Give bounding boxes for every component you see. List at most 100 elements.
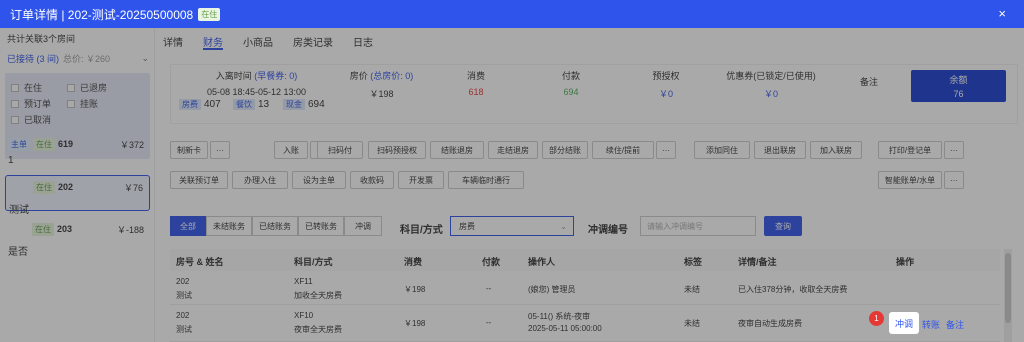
mini-value: 407 <box>204 99 221 110</box>
payment-code-button[interactable]: 收款码 <box>350 171 394 189</box>
tab-log[interactable]: 日志 <box>353 28 373 50</box>
add-cohabit-button[interactable]: 添加同住 <box>694 141 750 159</box>
room-status-tag: 在住 <box>33 181 55 194</box>
exit-linked-room-button[interactable]: 退出联房 <box>754 141 806 159</box>
checkin-summary: 入离时间 (早餐券: 0) 05-08 18:45-05-12 13:00 <box>199 69 314 97</box>
finance-summary: 入离时间 (早餐券: 0) 05-08 18:45-05-12 13:00 房价… <box>170 64 1018 124</box>
mini-value: 694 <box>308 99 325 110</box>
room-price-value: ￥198 <box>369 89 394 99</box>
ledger-filter-bar: 全部 未结账务 已结账务 已转账务 冲调 科目/方式 房费 ⌄ 冲调编号 请输入冲… <box>170 216 1018 240</box>
tab-finance[interactable]: 财务 <box>203 28 223 50</box>
tab-room-records[interactable]: 房类记录 <box>293 28 333 50</box>
room-amount: ￥372 <box>119 140 144 150</box>
query-button[interactable]: 查询 <box>764 216 802 236</box>
row-tag: 未结 <box>684 319 700 328</box>
scan-preauth-button[interactable]: 扫码预授权 <box>368 141 426 159</box>
partial-checkout-button[interactable]: 部分结账 <box>542 141 588 159</box>
chevron-down-icon: ⌄ <box>141 53 149 63</box>
filter-checkbox[interactable]: 已取消 <box>11 113 51 126</box>
col-operator: 操作人 <box>528 257 556 267</box>
room-number: 203 <box>57 224 73 234</box>
row-consume: ￥198 <box>404 319 426 328</box>
row-room: 202 <box>176 277 190 286</box>
more-button[interactable]: ··· <box>656 141 676 159</box>
room-card-selected[interactable]: 在住 202 ￥76 测试 <box>5 175 150 216</box>
vehicle-pass-button[interactable]: 车辆临时通行 <box>448 171 524 189</box>
row-code: XF11 <box>294 277 313 286</box>
main-area: 共计关联3个房间 已接待 (3 间) 总价: ￥260 ⌄ 在住 已退房 预订单… <box>0 28 1024 342</box>
row-operator: (娘您) 管理员 <box>528 285 576 294</box>
leave-checkout-button[interactable]: 走结退房 <box>488 141 538 159</box>
tab-goods[interactable]: 小商品 <box>243 28 273 50</box>
note-label: 备注 <box>859 77 878 87</box>
room-status-select[interactable]: 已接待 (3 间) 总价: ￥260 ⌄ <box>7 52 149 65</box>
segment-transferred[interactable]: 已转账务 <box>298 216 344 236</box>
col-consume: 消费 <box>404 257 423 267</box>
row-detail: 已入住378分钟，收取全天房费 <box>738 285 848 294</box>
adjust-number-input[interactable]: 请输入冲调编号 <box>640 216 756 236</box>
adjust-action-link[interactable]: 冲调 <box>889 312 919 334</box>
close-icon[interactable]: × <box>998 6 1006 21</box>
check-in-button[interactable]: 办理入住 <box>232 171 288 189</box>
new-card-button[interactable]: 制新卡 <box>170 141 208 159</box>
invoice-button[interactable]: 开发票 <box>398 171 444 189</box>
room-guest-name: 测试 <box>9 205 29 216</box>
chevron-down-icon: ⌄ <box>560 221 567 231</box>
filter-checkbox[interactable]: 在住 <box>11 81 42 94</box>
segment-adjust[interactable]: 冲调 <box>344 216 382 236</box>
consume-label: 消费 <box>466 71 485 81</box>
table-scrollbar[interactable] <box>1004 249 1012 342</box>
tab-detail[interactable]: 详情 <box>163 28 183 50</box>
row-method: 夜审全天房费 <box>294 325 342 334</box>
row-consume: ￥198 <box>404 285 426 294</box>
room-price-summary: 房价 (总房价: 0) ￥198 <box>339 69 424 100</box>
preauth-label: 预授权 <box>652 71 680 81</box>
room-amount: ￥76 <box>123 183 143 193</box>
preauth-summary: 预授权 ￥0 <box>641 69 691 100</box>
print-register-button[interactable]: 打印/登记单 <box>878 141 942 159</box>
link-booking-button[interactable]: 关联预订单 <box>170 171 228 189</box>
more-button[interactable]: ··· <box>210 141 230 159</box>
checkout-button[interactable]: 结账退房 <box>430 141 484 159</box>
window-title: 订单详情 | 202-测试-20250500008 <box>10 7 194 22</box>
transfer-action-link[interactable]: 转账 <box>922 318 940 331</box>
set-main-order-button[interactable]: 设为主单 <box>292 171 346 189</box>
col-tag: 标签 <box>684 257 703 267</box>
segment-all[interactable]: 全部 <box>170 216 206 236</box>
coupon-value: ￥0 <box>763 89 778 99</box>
row-method: 加收全天房费 <box>294 291 342 300</box>
step-badge: 1 <box>869 311 884 326</box>
segment-settled[interactable]: 已结账务 <box>252 216 298 236</box>
room-card[interactable]: 主单 在住 619 ￥372 1 <box>5 138 150 168</box>
filter-checkbox[interactable]: 预订单 <box>11 97 51 110</box>
filter-checkbox[interactable]: 挂账 <box>67 97 98 110</box>
note-action-link[interactable]: 备注 <box>946 318 964 331</box>
filter-checkbox[interactable]: 已退房 <box>67 81 107 94</box>
filter-label: 预订单 <box>24 99 52 109</box>
extend-stay-button[interactable]: 续住/提前 <box>592 141 654 159</box>
pay-label: 付款 <box>561 71 580 81</box>
row-room: 202 <box>176 311 190 320</box>
balance-card: 余额 76 <box>911 70 1006 102</box>
adjust-number-label: 冲调编号 <box>588 225 628 236</box>
segment-unsettled[interactable]: 未结账务 <box>206 216 252 236</box>
mini-tag: 现金 <box>283 99 305 110</box>
scrollbar-thumb[interactable] <box>1005 253 1011 323</box>
more-button[interactable]: ··· <box>944 171 964 189</box>
ledger-table-header: 房号 & 姓名 科目/方式 消费 付款 操作人 标签 详情/备注 操作 <box>170 249 1000 271</box>
row-operator-time: 2025-05-11 05:00:00 <box>528 324 602 333</box>
filter-label: 挂账 <box>80 99 99 109</box>
join-linked-room-button[interactable]: 加入联房 <box>810 141 862 159</box>
more-button[interactable]: ··· <box>944 141 964 159</box>
smart-bill-button[interactable]: 智能账单/水单 <box>878 171 942 189</box>
room-card[interactable]: 在住 203 ￥-188 是否 <box>5 223 150 258</box>
mini-stat: 房费 407 <box>179 99 221 110</box>
filter-label: 已退房 <box>80 83 108 93</box>
scan-pay-button[interactable]: 扫码付 <box>317 141 363 159</box>
subject-value: 房费 <box>459 221 475 231</box>
mini-tag: 房费 <box>179 99 201 110</box>
checkin-label: 入离时间 <box>215 71 252 81</box>
filter-label: 在住 <box>24 83 43 93</box>
subject-select[interactable]: 房费 ⌄ <box>450 216 574 236</box>
post-button[interactable]: 入账 <box>274 141 308 159</box>
